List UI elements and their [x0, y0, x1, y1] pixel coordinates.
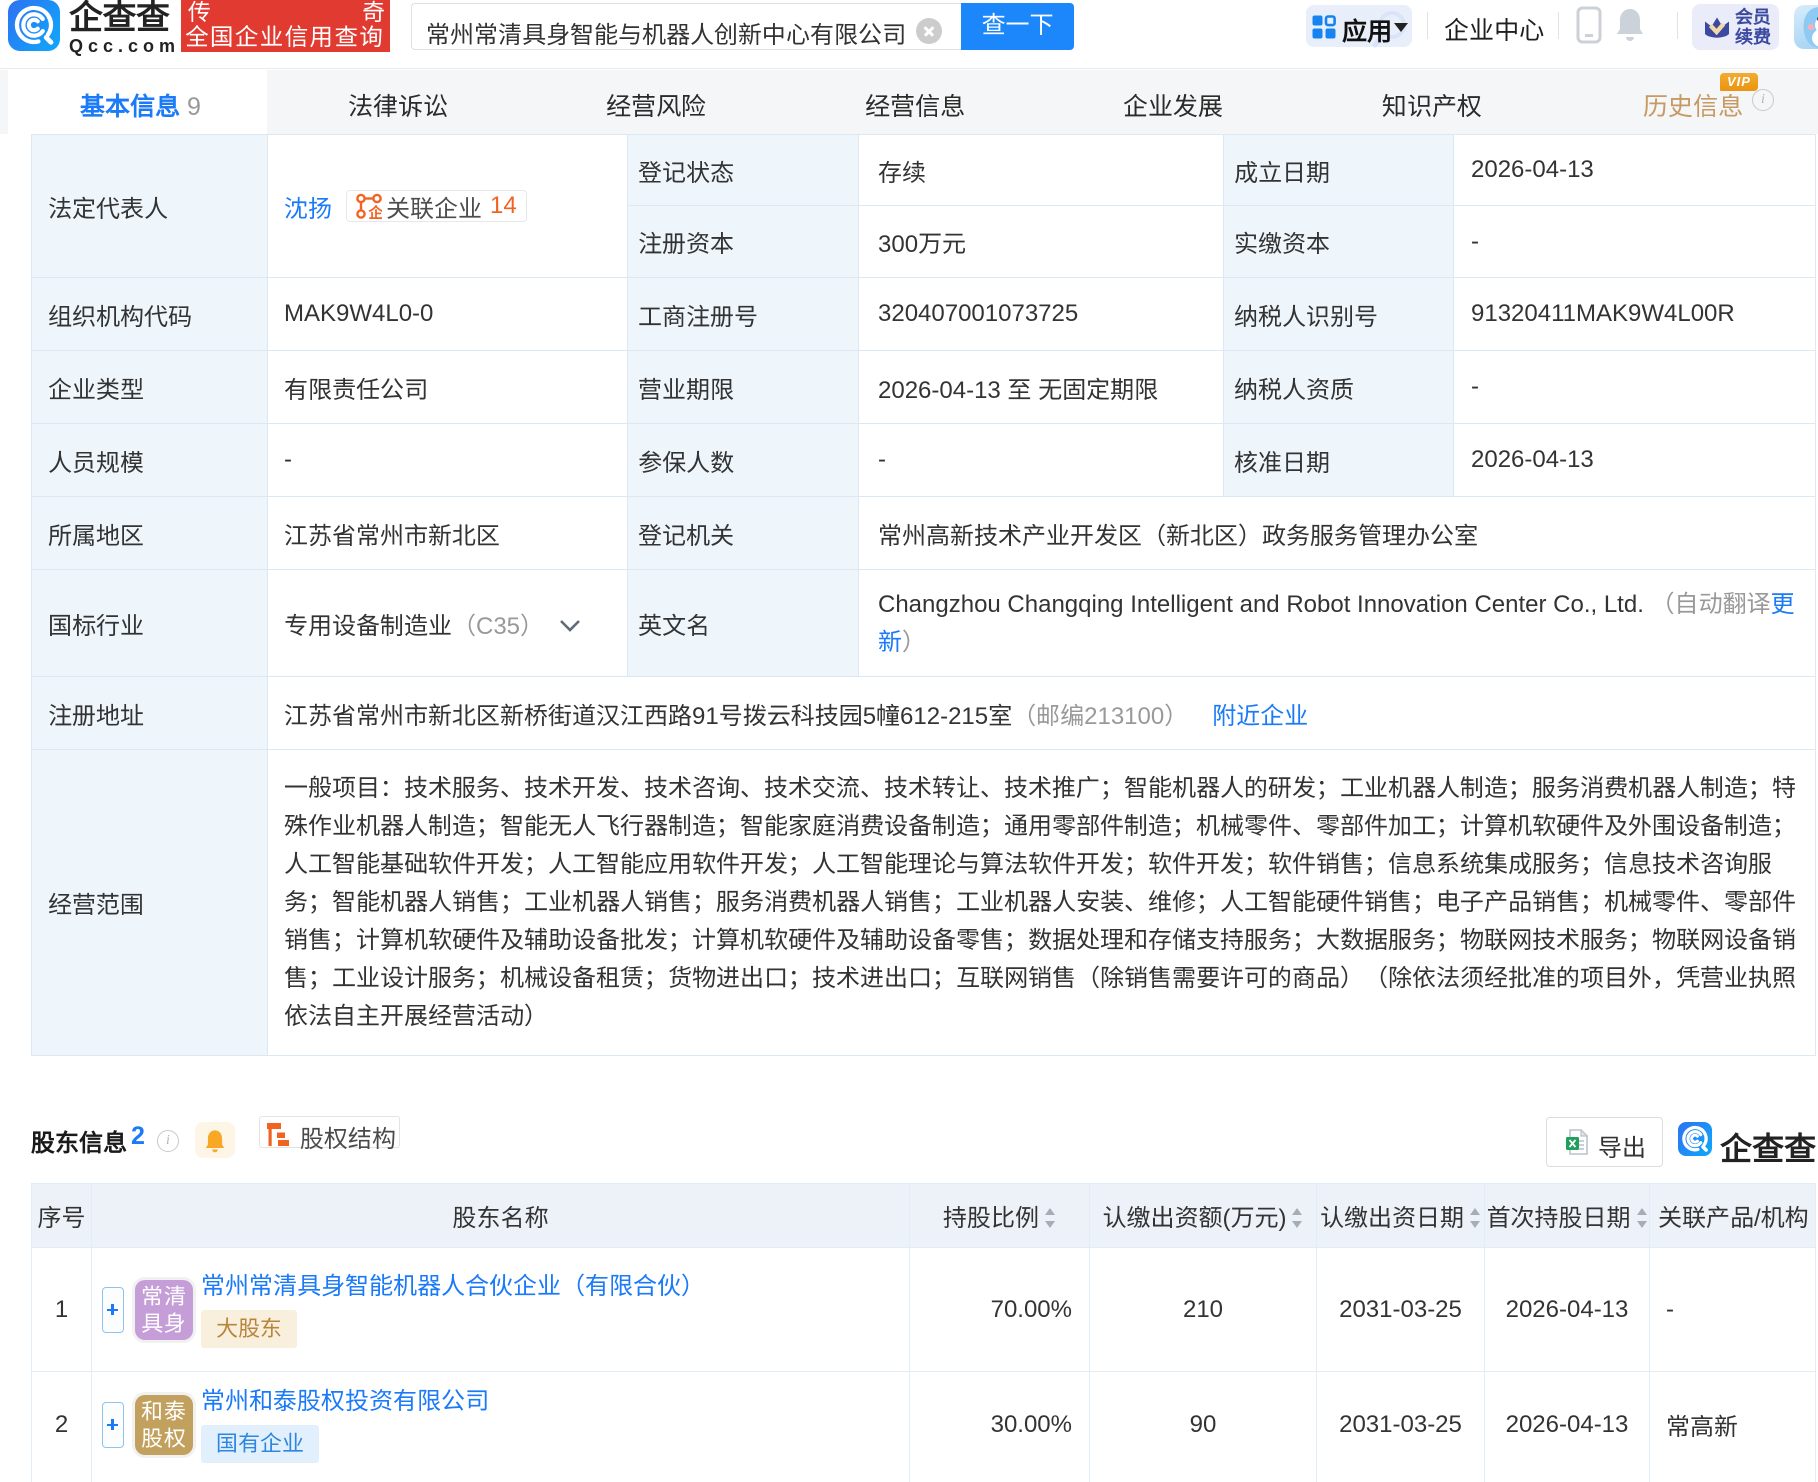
- svg-text:企: 企: [368, 202, 383, 219]
